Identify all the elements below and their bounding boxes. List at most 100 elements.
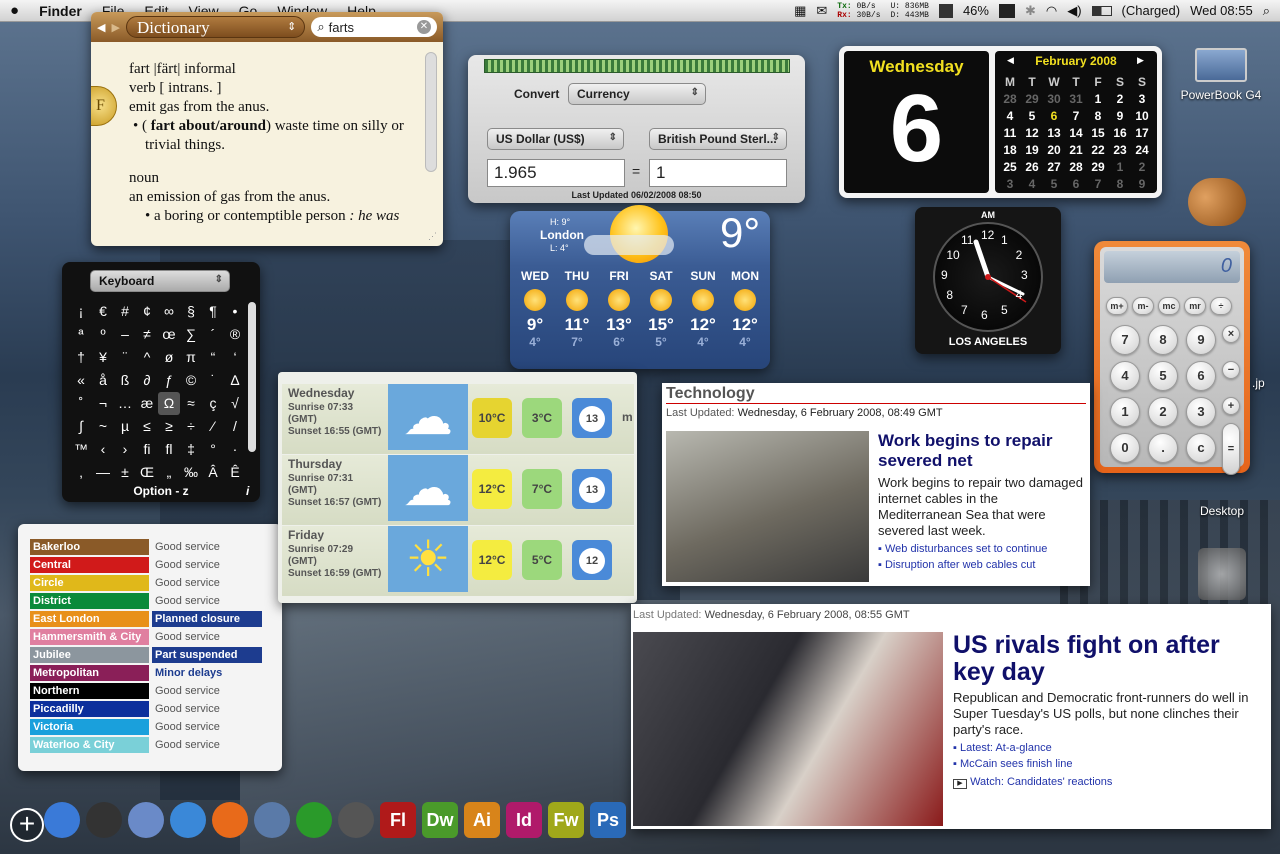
character-key[interactable]: ´ (202, 323, 224, 346)
calculator-key[interactable]: 5 (1148, 361, 1178, 391)
volume-icon[interactable]: ◀) (1067, 3, 1081, 19)
tech-link-2[interactable]: ▪ Disruption after web cables cut (878, 559, 1035, 571)
tube-line-row[interactable]: Piccadilly Good service (30, 700, 264, 718)
character-key[interactable]: π (180, 346, 202, 369)
character-key[interactable]: ⁄ (202, 415, 224, 438)
character-key[interactable]: † (70, 346, 92, 369)
calendar-date[interactable]: 20 (1043, 141, 1065, 158)
calendar-date[interactable]: 6 (1065, 175, 1087, 192)
calculator-key[interactable]: . (1148, 433, 1178, 463)
character-key[interactable]: å (92, 369, 114, 392)
character-key[interactable]: ≈ (180, 392, 202, 415)
dictionary-source-select[interactable]: Dictionary ⇕ (125, 16, 306, 38)
wifi-icon[interactable]: ◠ (1046, 3, 1057, 19)
dock-app-dashboard[interactable] (86, 802, 122, 838)
desktop-icon-monkeys[interactable] (1188, 178, 1252, 228)
calendar-date[interactable]: 3 (1131, 90, 1153, 107)
desktop-icon-desktop[interactable]: Desktop (1190, 504, 1254, 518)
dock-app-finder[interactable] (44, 802, 80, 838)
calculator-key[interactable]: 3 (1186, 397, 1216, 427)
character-key[interactable]: … (114, 392, 136, 415)
character-key[interactable]: • (224, 300, 246, 323)
calendar-date[interactable]: 1 (1109, 158, 1131, 175)
character-key[interactable]: ^ (136, 346, 158, 369)
us-news-photo[interactable] (633, 632, 943, 826)
character-key[interactable]: ƒ (158, 369, 180, 392)
calendar-date[interactable]: 29 (1021, 90, 1043, 107)
calendar-date[interactable]: 6 (1043, 107, 1065, 124)
dock-app-xgrid[interactable] (296, 802, 332, 838)
apple-menu-icon[interactable]: ● (0, 2, 29, 19)
calendar-status-icon[interactable]: ▦ (794, 3, 806, 19)
character-key[interactable]: · (224, 438, 246, 461)
calendar-date[interactable]: 19 (1021, 141, 1043, 158)
character-key[interactable]: Ê (224, 461, 246, 484)
tech-link-1[interactable]: ▪ Web disturbances set to continue (878, 543, 1047, 555)
calculator-key[interactable]: m- (1132, 297, 1154, 315)
calendar-date[interactable]: 30 (1043, 90, 1065, 107)
character-key[interactable]: ø (158, 346, 180, 369)
calendar-date[interactable]: 25 (999, 158, 1021, 175)
to-currency-select[interactable]: British Pound Sterl... (649, 128, 787, 150)
calendar-date[interactable]: 31 (1065, 90, 1087, 107)
tech-headline[interactable]: Work begins to repair severed net (878, 431, 1084, 471)
tube-line-row[interactable]: Waterloo & City Good service (30, 736, 264, 754)
tube-line-row[interactable]: Jubilee Part suspended (30, 646, 264, 664)
to-amount-input[interactable]: 1 (649, 159, 787, 187)
from-currency-select[interactable]: US Dollar (US$) (487, 128, 624, 150)
character-key[interactable]: — (92, 461, 114, 484)
network-monitor[interactable]: Tx: 0B/s Rx: 30B/s (837, 2, 880, 20)
next-month-icon[interactable]: ▶ (1137, 55, 1144, 66)
character-key[interactable]: ∆ (224, 369, 246, 392)
character-key[interactable]: ± (114, 461, 136, 484)
calendar-date[interactable]: 29 (1087, 158, 1109, 175)
calculator-key[interactable]: 8 (1148, 325, 1178, 355)
dock-app-safari[interactable] (170, 802, 206, 838)
character-key[interactable]: ¬ (92, 392, 114, 415)
convert-mode-select[interactable]: Currency (568, 83, 706, 105)
dictionary-search-field[interactable]: ⌕ farts ✕ (311, 17, 437, 37)
tube-line-row[interactable]: Metropolitan Minor delays (30, 664, 264, 682)
calendar-date[interactable]: 7 (1065, 107, 1087, 124)
calculator-key[interactable]: + (1222, 397, 1240, 415)
character-key[interactable]: ‡ (180, 438, 202, 461)
character-key[interactable]: ° (202, 438, 224, 461)
trash-icon[interactable] (1198, 548, 1246, 600)
character-key[interactable]: « (70, 369, 92, 392)
calendar-date[interactable]: 18 (999, 141, 1021, 158)
calendar-date[interactable]: 14 (1065, 124, 1087, 141)
character-key[interactable]: ¢ (136, 300, 158, 323)
calendar-date[interactable]: 24 (1131, 141, 1153, 158)
calculator-key[interactable]: 7 (1110, 325, 1140, 355)
character-key[interactable]: ª (70, 323, 92, 346)
dock-app-indesign[interactable]: Id (506, 802, 542, 838)
dock-app-iphoto[interactable] (254, 802, 290, 838)
dock-app-firefox[interactable] (212, 802, 248, 838)
character-key[interactable]: ¨ (114, 346, 136, 369)
dock-app-dreamweaver[interactable]: Dw (422, 802, 458, 838)
keyboard-mode-select[interactable]: Keyboard (90, 270, 230, 292)
dock-app-photoshop[interactable]: Ps (590, 802, 626, 838)
character-key[interactable]: ß (114, 369, 136, 392)
dock-app-illustrator[interactable]: Ai (464, 802, 500, 838)
character-key[interactable]: ¡ (70, 300, 92, 323)
calendar-date[interactable]: 3 (999, 175, 1021, 192)
calendar-date[interactable]: 28 (999, 90, 1021, 107)
calendar-date[interactable]: 7 (1087, 175, 1109, 192)
resize-handle-icon[interactable]: ⋰ (428, 231, 437, 242)
tube-line-row[interactable]: Central Good service (30, 556, 264, 574)
calendar-date[interactable]: 4 (999, 107, 1021, 124)
character-key[interactable]: ç (202, 392, 224, 415)
calculator-key[interactable]: 2 (1148, 397, 1178, 427)
character-key[interactable]: # (114, 300, 136, 323)
dock-app-fireworks[interactable]: Fw (548, 802, 584, 838)
us-link-2[interactable]: ▪ McCain sees finish line (953, 758, 1072, 770)
character-key[interactable]: ¶ (202, 300, 224, 323)
character-key[interactable]: ¥ (92, 346, 114, 369)
clear-search-icon[interactable]: ✕ (417, 20, 431, 34)
character-key[interactable]: ‰ (180, 461, 202, 484)
character-key[interactable]: fl (158, 438, 180, 461)
calculator-key[interactable]: m+ (1106, 297, 1128, 315)
calendar-date[interactable]: 22 (1087, 141, 1109, 158)
dock-app-flash[interactable]: Fl (380, 802, 416, 838)
